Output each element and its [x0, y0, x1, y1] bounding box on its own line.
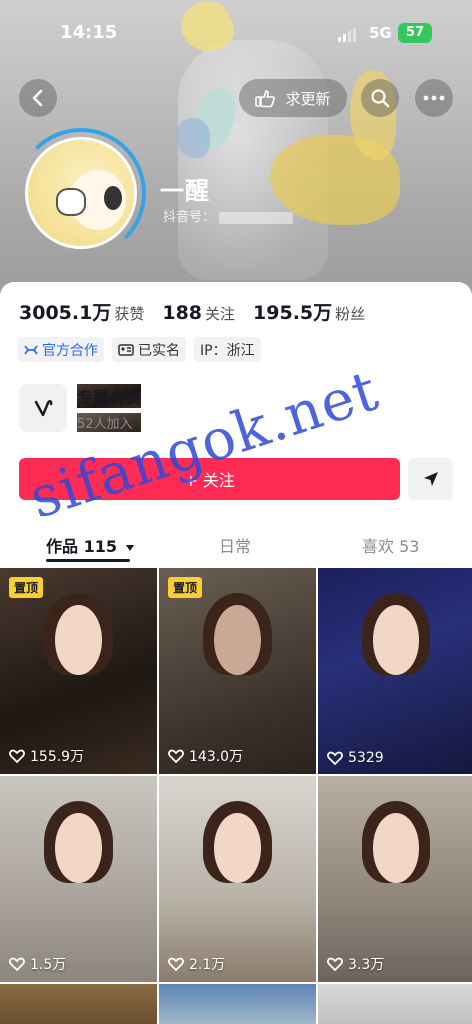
exclusive-member-entry[interactable]: 专属会员 52人加入: [19, 384, 142, 432]
member-v-icon: [34, 400, 53, 417]
video-tile[interactable]: [0, 984, 157, 1024]
stat-followers[interactable]: 195.5万 粉丝: [253, 298, 365, 325]
content-tabs: 作品 115 日常 喜欢 53: [0, 525, 472, 565]
video-like-count: 155.9万: [9, 746, 84, 766]
request-update-button[interactable]: 求更新: [239, 79, 347, 117]
id-card-icon: [118, 343, 134, 356]
tab-works[interactable]: 作品 115: [46, 533, 135, 557]
tab-likes[interactable]: 喜欢 53: [362, 533, 419, 557]
member-title: 专属会员: [77, 384, 142, 408]
profile-nickname: 一醒: [160, 177, 210, 205]
back-icon: [32, 89, 43, 107]
video-tile[interactable]: 置顶 143.0万: [159, 568, 316, 774]
video-tile[interactable]: [159, 984, 316, 1024]
video-like-count: 1.5万: [9, 954, 66, 974]
official-icon: [24, 344, 38, 355]
video-tile[interactable]: 2.1万: [159, 776, 316, 982]
video-tile[interactable]: 5329: [318, 568, 472, 774]
member-joined-count: 52人加入: [77, 413, 142, 432]
douyin-id-label: 抖音号：: [163, 210, 216, 225]
share-arrow-icon: [423, 472, 438, 486]
douyin-id-redacted: [219, 211, 294, 224]
back-button[interactable]: [19, 79, 57, 117]
avatar[interactable]: [25, 137, 137, 249]
profile-tags: 官方合作 已实名 IP：浙江: [18, 337, 261, 362]
profile-card: 3005.1万 获赞 188 关注 195.5万 粉丝 官方合作 已实名 IP：浙江 …: [0, 282, 472, 1024]
status-bar: 14:15 5G 57: [0, 22, 472, 48]
pinned-badge: 置顶: [168, 577, 203, 598]
video-grid: 置顶 155.9万 置顶 143.0万 5329 1.5万 2.1万 3.3万: [0, 568, 472, 1024]
caret-down-icon: [125, 545, 134, 551]
share-button[interactable]: [408, 458, 453, 500]
video-like-count: 3.3万: [327, 954, 384, 974]
heart-icon: [9, 749, 25, 763]
tab-daily[interactable]: 日常: [219, 533, 251, 557]
battery-indicator: 57: [398, 23, 432, 43]
stat-following[interactable]: 188 关注: [162, 302, 235, 324]
hand-point-icon: [255, 90, 276, 108]
heart-icon: [168, 957, 184, 971]
heart-icon: [327, 751, 343, 765]
heart-icon: [168, 749, 184, 763]
heart-icon: [327, 957, 343, 971]
search-icon: [371, 89, 390, 108]
video-tile[interactable]: [318, 984, 472, 1024]
active-tab-indicator: [46, 559, 130, 562]
stat-likes: 3005.1万 获赞: [19, 302, 145, 324]
banner-butterfly: [176, 118, 210, 158]
pinned-badge: 置顶: [9, 577, 44, 598]
more-button[interactable]: [415, 79, 453, 117]
video-like-count: 143.0万: [168, 746, 243, 766]
video-like-count: 2.1万: [168, 954, 225, 974]
video-tile[interactable]: 1.5万: [0, 776, 157, 982]
request-update-label: 求更新: [285, 89, 331, 108]
more-icon: [423, 95, 445, 101]
video-tile[interactable]: 置顶 155.9万: [0, 568, 157, 774]
search-button[interactable]: [361, 79, 399, 117]
profile-stats: 3005.1万 获赞 188 关注 195.5万 粉丝: [19, 298, 365, 325]
member-logo: [19, 384, 67, 432]
verified-tag[interactable]: 已实名: [112, 337, 186, 362]
video-like-count: 5329: [327, 750, 384, 766]
network-type: 5G: [369, 24, 392, 42]
status-time: 14:15: [60, 22, 118, 43]
heart-icon: [9, 957, 25, 971]
video-tile[interactable]: 3.3万: [318, 776, 472, 982]
ip-location-tag: IP：浙江: [194, 337, 261, 362]
signal-icon: [338, 28, 356, 42]
official-partner-tag[interactable]: 官方合作: [18, 337, 104, 362]
douyin-id[interactable]: 抖音号：: [163, 206, 294, 225]
